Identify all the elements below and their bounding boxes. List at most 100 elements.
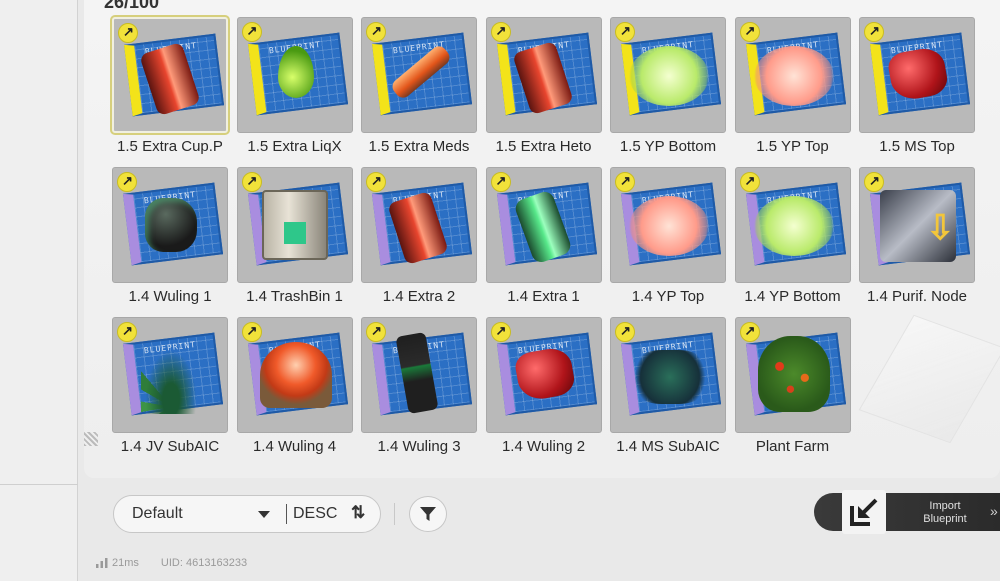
blueprint-thumbnail: BLUEPRINT: [236, 167, 353, 283]
share-badge-icon: [490, 322, 511, 342]
share-badge-icon: [366, 322, 386, 342]
share-badge-icon: [615, 172, 635, 192]
blueprint-name: 1.4 Wuling 4: [252, 438, 337, 455]
blueprint-card[interactable]: BLUEPRINT 1.4 Wuling 1: [112, 167, 228, 307]
import-blueprint-label: Import Blueprint: [923, 500, 967, 525]
moss-icon: [629, 350, 711, 404]
blueprint-name: 1.5 Extra Heto: [495, 138, 592, 155]
uid-readout: UID: 4613163233: [160, 557, 248, 569]
share-badge-icon: [739, 322, 760, 342]
sort-order-label: DESC: [293, 505, 338, 522]
sort-dropdown[interactable]: Default: [114, 496, 286, 531]
share-badge-icon: [366, 22, 386, 42]
blueprint-card[interactable]: BLUEPRINT 1.5 MS Top: [859, 17, 975, 157]
blueprint-thumbnail: BLUEPRINT⇩: [859, 167, 975, 283]
blueprint-thumbnail: BLUEPRINT: [112, 167, 228, 283]
import-blueprint-button[interactable]: Import Blueprint »: [814, 490, 1000, 534]
left-rail: [0, 0, 78, 581]
blueprint-card[interactable]: BLUEPRINT 1.4 YP Top: [610, 167, 726, 307]
blueprint-thumbnail: BLUEPRINT: [361, 167, 477, 283]
green-cloud-icon: [629, 46, 709, 106]
blueprint-card[interactable]: BLUEPRINT 1.5 Extra Heto: [485, 17, 602, 157]
filter-button[interactable]: [409, 496, 447, 532]
blueprint-thumbnail: BLUEPRINT: [485, 17, 602, 133]
blueprint-thumbnail: BLUEPRINT: [361, 17, 477, 133]
blueprint-name: 1.4 YP Top: [631, 288, 705, 305]
share-badge-icon: [241, 22, 262, 42]
blueprint-thumbnail: BLUEPRINT: [734, 17, 851, 133]
blueprint-thumbnail: BLUEPRINT: [361, 317, 477, 433]
share-badge-icon: [366, 172, 386, 192]
blueprint-thumbnail: BLUEPRINT: [236, 317, 353, 433]
share-badge-icon: [117, 172, 137, 192]
share-badge-icon: [864, 22, 884, 42]
blueprint-card[interactable]: BLUEPRINT Plant Farm: [734, 317, 851, 457]
blueprint-name: 1.4 JV SubAIC: [120, 438, 220, 455]
blueprint-thumbnail: BLUEPRINT: [112, 17, 228, 133]
blueprint-card[interactable]: BLUEPRINT⇩ 1.4 Purif. Node: [859, 167, 975, 307]
share-badge-icon: [490, 22, 511, 42]
blueprint-thumbnail: BLUEPRINT: [112, 317, 228, 433]
blueprint-card[interactable]: BLUEPRINT 1.4 Wuling 3: [361, 317, 477, 457]
sort-descending-icon: ⇅: [351, 503, 366, 522]
share-badge-icon: [864, 172, 884, 192]
blueprint-thumbnail: BLUEPRINT: [485, 317, 602, 433]
blueprint-name: 1.4 Wuling 2: [501, 438, 586, 455]
reactor-core-icon: [259, 342, 332, 408]
green-droplet-icon: [277, 46, 314, 98]
share-badge-icon: [615, 22, 635, 42]
blueprint-card[interactable]: BLUEPRINT 1.5 Extra Cup.P: [112, 17, 228, 157]
blueprint-thumbnail: BLUEPRINT: [859, 17, 975, 133]
download-arrow-icon: ⇩: [926, 209, 955, 247]
divider: [286, 504, 287, 524]
blueprint-card[interactable]: BLUEPRINT 1.5 YP Top: [734, 17, 851, 157]
blueprint-thumbnail: BLUEPRINT: [734, 167, 851, 283]
blueprint-name: 1.4 TrashBin 1: [246, 288, 343, 305]
blueprint-card[interactable]: BLUEPRINT 1.4 JV SubAIC: [112, 317, 228, 457]
machine-icon: [261, 190, 328, 260]
share-badge-icon: [241, 172, 262, 192]
blueprint-thumbnail: BLUEPRINT: [610, 167, 726, 283]
blueprint-thumbnail: BLUEPRINT: [610, 17, 726, 133]
blueprint-card[interactable]: BLUEPRINT 1.4 Wuling 4: [236, 317, 353, 457]
blueprint-name: 1.4 Extra 1: [507, 288, 580, 305]
blueprint-card[interactable]: BLUEPRINT 1.5 YP Bottom: [610, 17, 726, 157]
blueprint-card[interactable]: BLUEPRINT 1.4 TrashBin 1: [236, 167, 353, 307]
blueprint-card[interactable]: BLUEPRINT 1.5 Extra Meds: [361, 17, 477, 157]
status-bar: 21ms UID: 4613163233: [96, 557, 269, 569]
signal-icon: [96, 558, 108, 569]
blueprint-name: 1.5 YP Top: [756, 138, 829, 155]
blueprint-name: 1.4 MS SubAIC: [616, 438, 720, 455]
blueprint-card[interactable]: BLUEPRINT 1.4 YP Bottom: [734, 167, 851, 307]
blueprint-card[interactable]: BLUEPRINT 1.4 Extra 1: [485, 167, 602, 307]
pink-cloud-icon: [629, 196, 709, 256]
blueprint-thumbnail: BLUEPRINT: [236, 17, 353, 133]
blueprint-card[interactable]: BLUEPRINT 1.5 Extra LiqX: [236, 17, 353, 157]
blueprint-name: 1.5 Extra Meds: [368, 138, 470, 155]
blueprint-name: 1.4 Extra 2: [382, 288, 456, 305]
blueprint-thumbnail: BLUEPRINT: [734, 317, 851, 433]
sort-order-toggle[interactable]: DESC ⇅: [289, 496, 379, 531]
blueprint-name: 1.4 YP Bottom: [744, 288, 841, 305]
blueprint-name: 1.4 Purif. Node: [866, 288, 968, 305]
sort-value: Default: [132, 505, 183, 522]
ping-readout: 21ms: [112, 557, 139, 569]
blueprint-name: 1.5 MS Top: [879, 138, 955, 155]
share-badge-icon: [118, 23, 138, 43]
plant-icon: [141, 342, 201, 414]
share-badge-icon: [117, 322, 137, 342]
toolbar-divider: [394, 503, 395, 525]
blueprint-name: 1.5 YP Bottom: [619, 138, 717, 155]
double-chevron-right-icon: »: [990, 503, 998, 519]
blueprint-card[interactable]: BLUEPRINT 1.4 MS SubAIC: [610, 317, 726, 457]
blueprint-card[interactable]: BLUEPRINT 1.4 Extra 2: [361, 167, 477, 307]
blueprint-grid: BLUEPRINT 1.5 Extra Cup.P BLUEPRINT 1.5 Ext…: [112, 17, 975, 457]
corner-decoration: [84, 432, 98, 446]
dark-ore-icon: [145, 198, 197, 252]
fruit-tree-icon: [757, 336, 830, 412]
blueprint-card[interactable]: BLUEPRINT 1.4 Wuling 2: [485, 317, 602, 457]
share-badge-icon: [615, 322, 635, 342]
sort-control: Default DESC ⇅: [113, 495, 381, 533]
share-badge-icon: [241, 322, 262, 342]
share-badge-icon: [739, 22, 760, 42]
